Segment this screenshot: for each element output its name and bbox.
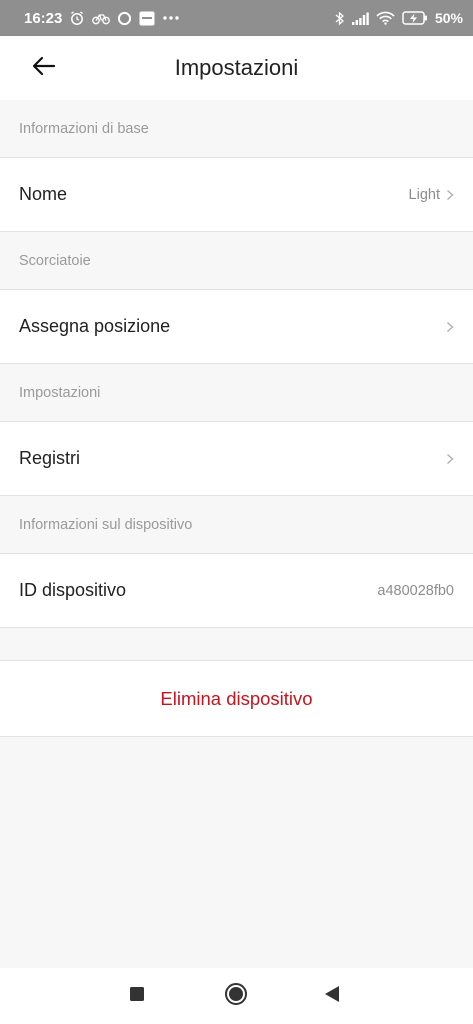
back-triangle-icon	[324, 985, 340, 1008]
circle-icon	[117, 11, 132, 26]
home-button[interactable]	[222, 982, 250, 1010]
settings-row-logs[interactable]: Registri	[0, 421, 473, 496]
row-value-group	[446, 453, 454, 465]
battery-icon	[402, 11, 428, 25]
status-right: 50%	[335, 10, 463, 26]
status-left: 16:23	[24, 10, 180, 27]
app-header: Impostazioni	[0, 36, 473, 100]
row-value-group	[446, 321, 454, 333]
row-value-name: Light	[408, 186, 440, 203]
chevron-right-icon	[446, 189, 454, 201]
section-header-basic-info: Informazioni di base	[0, 100, 473, 157]
section-header-shortcuts: Scorciatoie	[0, 232, 473, 289]
row-value-group: Light	[409, 187, 454, 203]
alarm-icon	[69, 10, 85, 26]
system-back-button[interactable]	[318, 982, 346, 1010]
chevron-right-icon	[446, 453, 454, 465]
row-value-group: a480028fb0	[377, 583, 454, 599]
row-label-device-id: ID dispositivo	[19, 580, 127, 600]
back-button[interactable]	[26, 50, 62, 86]
row-label-name: Nome	[19, 184, 68, 204]
settings-row-assign-position[interactable]: Assegna posizione	[0, 289, 473, 364]
bike-icon	[92, 11, 111, 25]
status-bar: 16:23 50%	[0, 0, 473, 36]
settings-row-device-id: ID dispositivo a480028fb0	[0, 553, 473, 628]
recents-button[interactable]	[123, 982, 151, 1010]
delete-device-label: Elimina dispositivo	[160, 687, 313, 709]
delete-device-button[interactable]: Elimina dispositivo	[0, 660, 473, 737]
more-dots-icon	[162, 15, 180, 21]
recents-square-icon	[129, 986, 145, 1007]
bluetooth-icon	[335, 11, 345, 26]
row-value-device-id: a480028fb0	[377, 582, 454, 599]
arrow-left-icon	[32, 56, 56, 81]
section-header-settings: Impostazioni	[0, 364, 473, 421]
app-icon	[139, 11, 155, 26]
system-nav-bar	[0, 968, 473, 1024]
row-label-assign-position: Assegna posizione	[19, 316, 171, 336]
chevron-right-icon	[446, 321, 454, 333]
page-title: Impostazioni	[174, 55, 299, 80]
signal-icon	[351, 12, 369, 25]
home-circle-icon	[224, 982, 248, 1011]
status-time: 16:23	[24, 9, 63, 27]
battery-percent: 50%	[434, 10, 463, 26]
settings-row-name[interactable]: Nome Light	[0, 157, 473, 232]
section-header-device-info: Informazioni sul dispositivo	[0, 496, 473, 553]
row-label-logs: Registri	[19, 448, 81, 468]
wifi-icon	[376, 11, 395, 25]
